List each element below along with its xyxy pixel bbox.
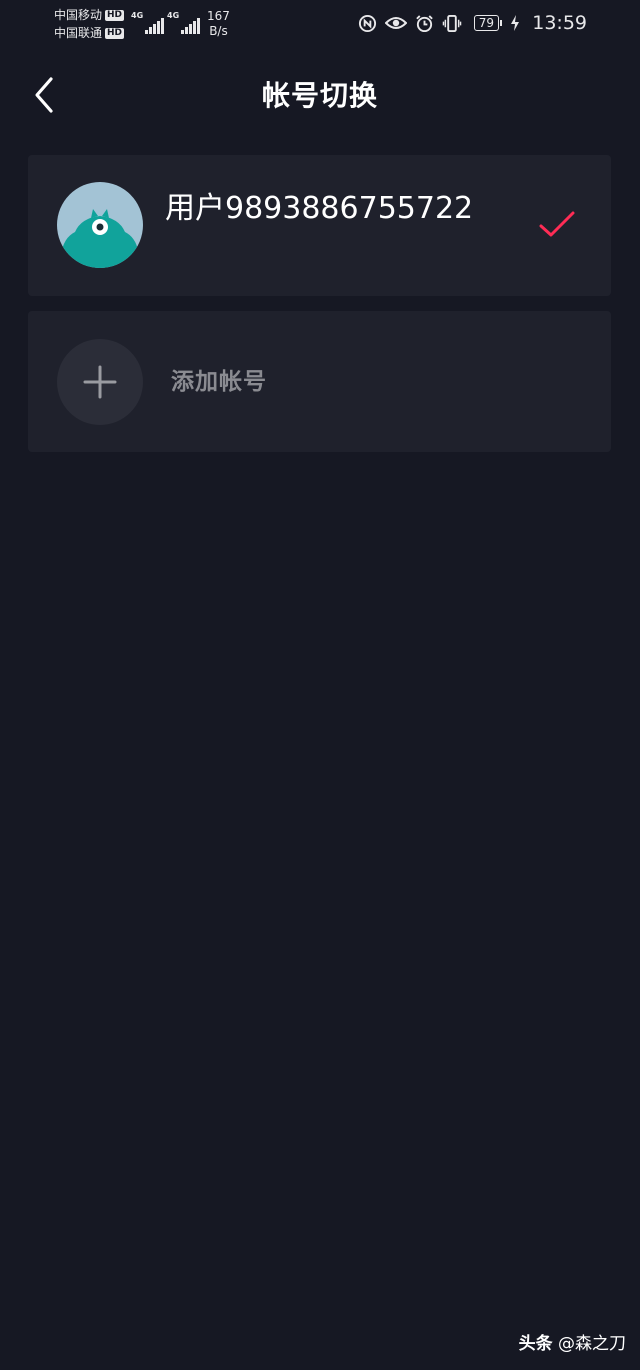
alarm-icon bbox=[415, 14, 434, 33]
account-username: 用户9893886755722 bbox=[165, 191, 474, 226]
add-account-button[interactable]: 添加帐号 bbox=[28, 311, 611, 452]
plus-icon bbox=[83, 365, 117, 399]
charging-icon bbox=[510, 14, 520, 32]
checkmark-icon bbox=[539, 211, 575, 237]
watermark-handle: @森之刀 bbox=[558, 1334, 626, 1354]
add-account-circle bbox=[57, 339, 143, 425]
network-speed-unit: B/s bbox=[209, 24, 228, 38]
watermark: 头条 @森之刀 bbox=[519, 1332, 626, 1356]
signal-strength-icon: 4G bbox=[167, 11, 201, 34]
battery-level: 79 bbox=[473, 15, 499, 31]
hd-badge: HD bbox=[105, 27, 125, 39]
avatar bbox=[57, 182, 143, 268]
eye-comfort-icon bbox=[384, 15, 407, 31]
signal-strength-icon: 4G bbox=[131, 11, 165, 34]
battery-icon: 79 bbox=[473, 15, 502, 31]
status-bar: 中国移动 HD 中国联通 HD 4G 4G 167 B/s 79 13:59 bbox=[0, 0, 640, 46]
network-speed: 167 B/s bbox=[207, 9, 230, 39]
network-type-label: 4G bbox=[167, 11, 180, 20]
account-item[interactable]: 用户9893886755722 bbox=[28, 155, 611, 296]
vibrate-icon bbox=[442, 14, 462, 33]
network-type-label: 4G bbox=[131, 11, 144, 20]
add-account-label: 添加帐号 bbox=[171, 369, 267, 395]
carrier-1-label: 中国移动 bbox=[54, 8, 103, 22]
carrier-info: 中国移动 HD 中国联通 HD bbox=[54, 6, 125, 42]
status-time: 13:59 bbox=[532, 12, 587, 34]
page-title: 帐号切换 bbox=[261, 79, 378, 112]
status-icons: 79 bbox=[350, 12, 520, 34]
carrier-2-label: 中国联通 bbox=[54, 26, 103, 40]
nfc-icon bbox=[358, 14, 377, 33]
network-speed-value: 167 bbox=[207, 9, 230, 23]
hd-badge: HD bbox=[105, 9, 125, 21]
watermark-brand: 头条 bbox=[518, 1334, 553, 1354]
